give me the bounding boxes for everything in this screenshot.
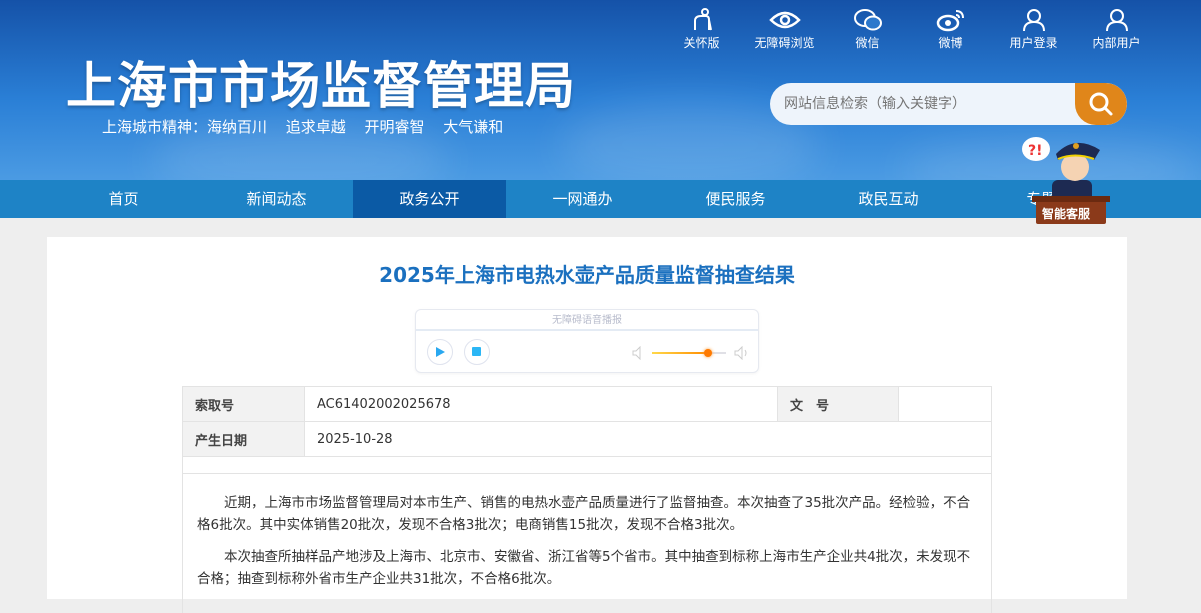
play-icon — [436, 347, 445, 357]
weibo-link[interactable]: 微博 — [909, 8, 992, 51]
elderly-icon — [693, 8, 712, 31]
site-search — [770, 83, 1127, 125]
tool-label: 无障碍浏览 — [754, 36, 815, 50]
smart-service-assistant[interactable]: ?! 智能客服 — [1018, 132, 1110, 226]
header-tools: 关怀版 无障碍浏览 微信 微博 用户登录 内部用户 — [660, 8, 1158, 51]
nav-news[interactable]: 新闻动态 — [200, 180, 353, 218]
tool-label: 微博 — [938, 36, 963, 50]
stop-button[interactable] — [464, 339, 490, 365]
doc-number-label: 文 号 — [777, 386, 899, 422]
tool-label: 内部用户 — [1092, 36, 1141, 50]
article-paragraph: 本次抽查所抽样品产地涉及上海市、北京市、安徽省、浙江省等5个省市。其中抽查到标称… — [197, 549, 971, 587]
eye-icon — [768, 11, 801, 29]
article-title: 2025年上海市电热水壶产品质量监督抽查结果 — [379, 263, 795, 287]
tool-label: 关怀版 — [683, 36, 720, 50]
site-title: 上海市市场监督管理局 — [66, 57, 576, 115]
nav-public-service[interactable]: 便民服务 — [659, 180, 812, 218]
wechat-link[interactable]: 微信 — [826, 8, 909, 51]
date-label: 产生日期 — [182, 421, 305, 457]
nav-government-affairs[interactable]: 政务公开 — [353, 180, 506, 218]
doc-number-value — [898, 386, 992, 422]
tool-label: 微信 — [855, 36, 880, 50]
voice-player: 无障碍语音播报 — [415, 309, 759, 373]
play-button[interactable] — [427, 339, 453, 365]
article-meta-table: 索取号 AC61402002025678 文 号 产生日期 2025-10-28 — [182, 386, 992, 474]
weibo-icon — [936, 10, 964, 32]
meta-spacer-row — [182, 456, 992, 474]
stop-icon — [472, 347, 481, 356]
user-icon — [1022, 9, 1045, 32]
tool-label: 用户登录 — [1009, 36, 1058, 50]
search-input[interactable] — [784, 83, 1074, 125]
index-label: 索取号 — [182, 386, 305, 422]
article-card: 2025年上海市电热水壶产品质量监督抽查结果 无障碍语音播报 索取号 AC614… — [47, 237, 1127, 613]
wechat-icon — [853, 9, 882, 31]
index-value: AC61402002025678 — [304, 386, 778, 422]
user-icon — [1105, 9, 1128, 32]
date-value: 2025-10-28 — [304, 421, 992, 457]
player-title: 无障碍语音播报 — [416, 310, 758, 331]
article-body: 近期，上海市市场监督管理局对本市生产、销售的电热水壶产品质量进行了监督抽查。本次… — [182, 473, 992, 613]
svg-text:?!: ?! — [1028, 143, 1043, 159]
volume-low-icon — [632, 346, 641, 360]
assistant-label: 智能客服 — [1042, 207, 1091, 221]
search-button[interactable] — [1075, 83, 1127, 125]
volume-high-icon — [734, 346, 747, 360]
volume-slider[interactable] — [652, 349, 726, 357]
article-paragraph: 近期，上海市市场监督管理局对本市生产、销售的电热水壶产品质量进行了监督抽查。本次… — [197, 495, 971, 533]
user-login-link[interactable]: 用户登录 — [992, 8, 1075, 51]
nav-one-stop-service[interactable]: 一网通办 — [506, 180, 659, 218]
nav-home[interactable]: 首页 — [47, 180, 200, 218]
care-mode-link[interactable]: 关怀版 — [660, 8, 743, 51]
nav-interaction[interactable]: 政民互动 — [812, 180, 965, 218]
site-motto: 上海城市精神：海纳百川 追求卓越 开明睿智 大气谦和 — [102, 118, 504, 136]
internal-user-link[interactable]: 内部用户 — [1075, 8, 1158, 51]
accessibility-link[interactable]: 无障碍浏览 — [743, 8, 826, 51]
search-icon — [1089, 92, 1113, 116]
